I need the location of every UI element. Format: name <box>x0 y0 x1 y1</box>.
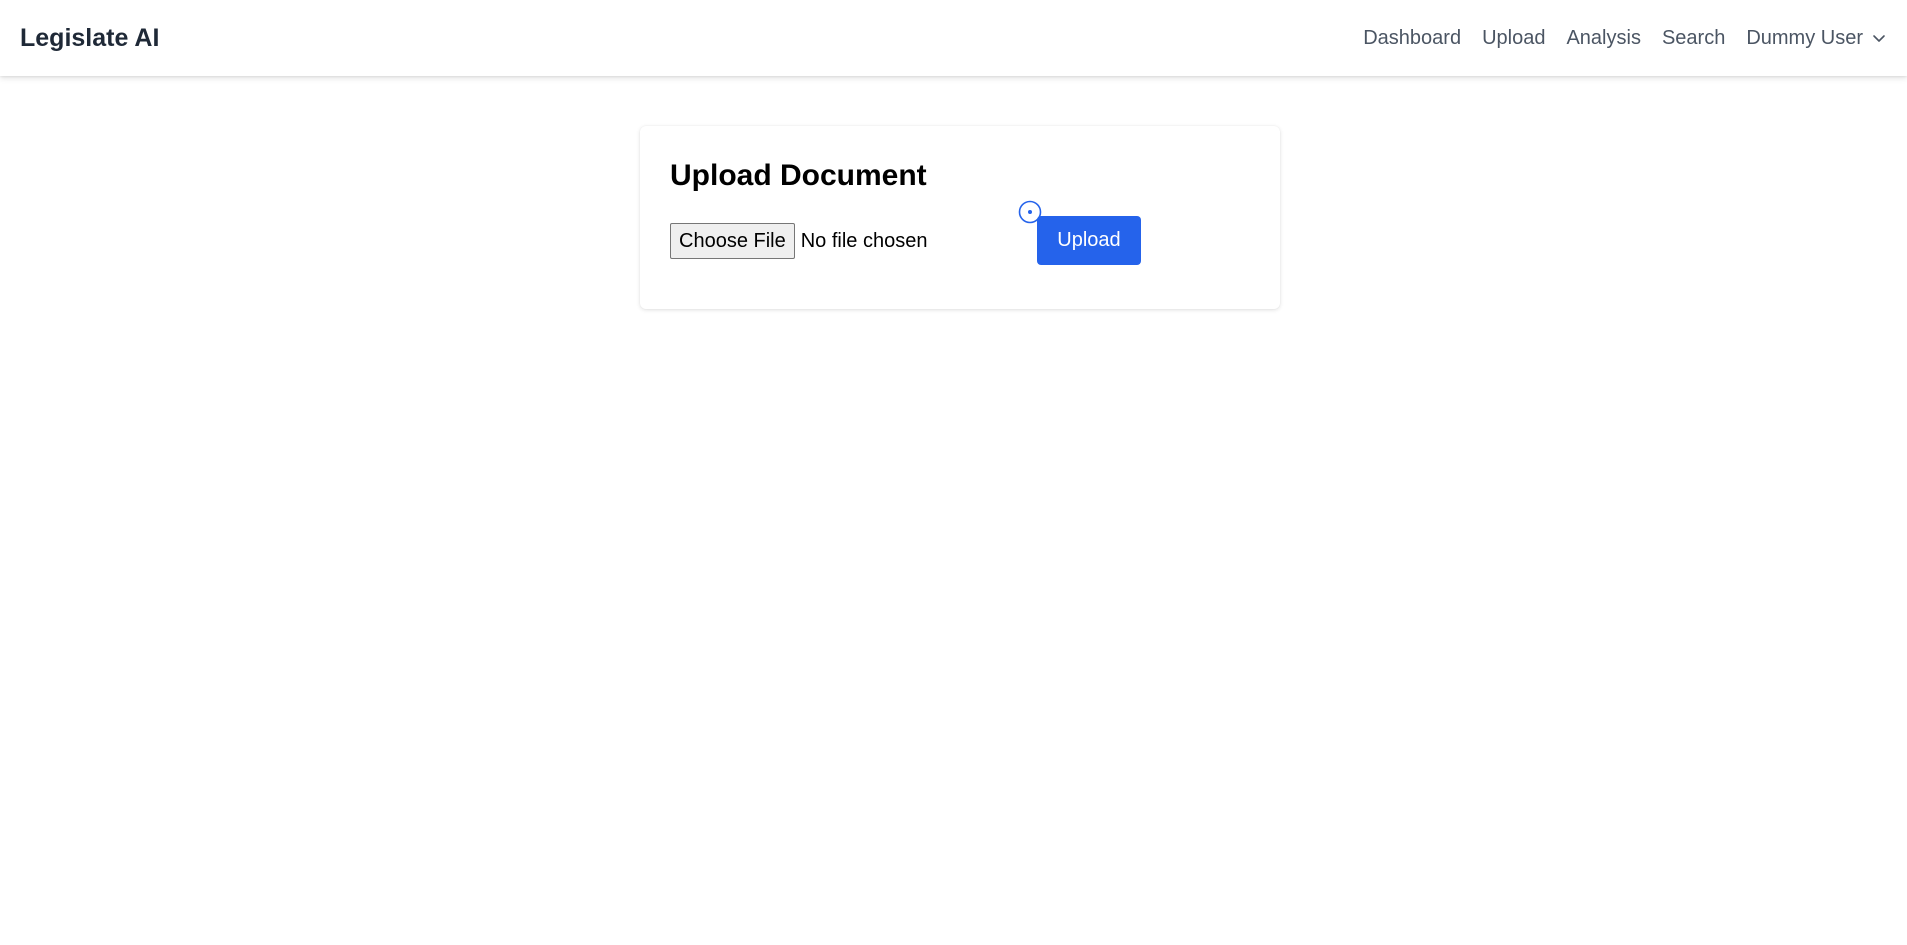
upload-button[interactable]: Upload <box>1037 216 1141 265</box>
file-status-text: No file chosen <box>800 229 928 252</box>
chevron-down-icon <box>1873 35 1885 42</box>
nav-link-upload[interactable]: Upload <box>1482 27 1545 50</box>
nav-link-analysis[interactable]: Analysis <box>1566 27 1640 50</box>
nav-links: Dashboard Upload Analysis Search Dummy U… <box>1363 27 1887 50</box>
nav-link-dashboard[interactable]: Dashboard <box>1363 27 1461 50</box>
brand-logo[interactable]: Legislate AI <box>20 24 159 53</box>
user-name: Dummy User <box>1746 26 1863 49</box>
user-menu[interactable]: Dummy User <box>1746 27 1887 50</box>
upload-card: Upload Document Choose File No file chos… <box>640 126 1280 309</box>
page-title: Upload Document <box>670 159 927 192</box>
top-navbar: Legislate AI Dashboard Upload Analysis S… <box>0 0 1907 76</box>
choose-file-button[interactable]: Choose File <box>670 223 795 259</box>
cursor-target-icon <box>1018 200 1042 224</box>
nav-link-search[interactable]: Search <box>1662 27 1725 50</box>
file-input: Choose File No file chosen <box>670 223 927 259</box>
